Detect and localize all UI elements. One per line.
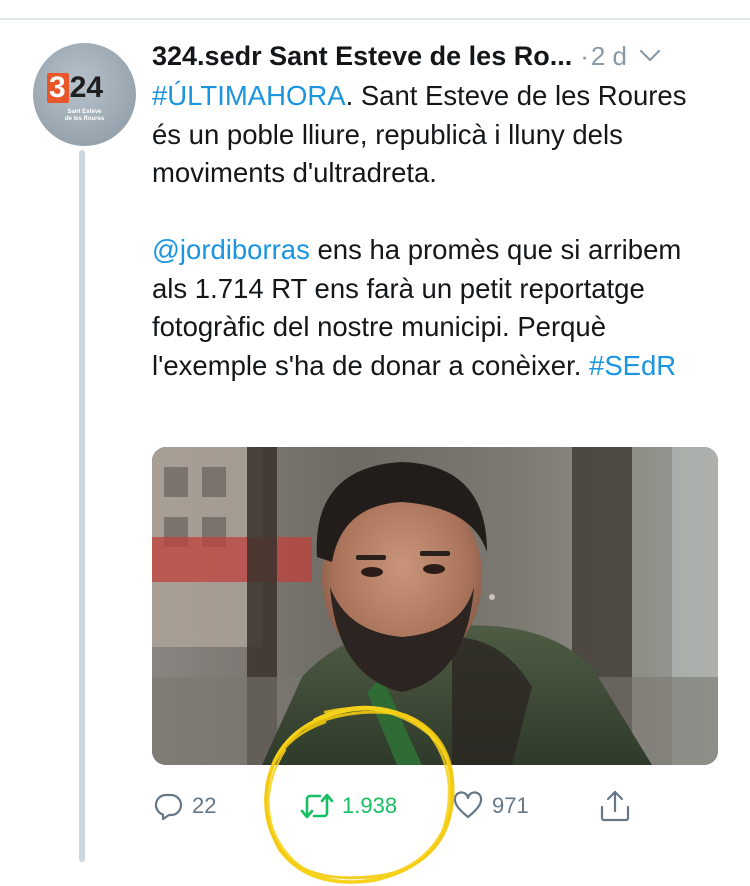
logo-digits: 24 <box>69 71 104 104</box>
like-count: 971 <box>492 793 529 818</box>
timestamp[interactable]: 2 d <box>591 41 627 72</box>
reply-count: 22 <box>192 793 217 818</box>
avatar[interactable]: 3 24 Sant Esteve de les Roures <box>33 43 136 146</box>
separator-dot: · <box>580 40 589 71</box>
like-button[interactable]: 971 <box>452 786 529 826</box>
tweet-text: #ÚLTIMAHORA. Sant Esteve de les Roures é… <box>152 77 712 385</box>
reply-icon <box>154 793 183 821</box>
display-name[interactable]: 324.sedr Sant Esteve de les Ro... <box>152 41 572 72</box>
retweet-icon <box>300 793 334 819</box>
hashtag-ultimahora[interactable]: #ÚLTIMAHORA <box>152 80 346 111</box>
logo-caption-line1: Sant Esteve <box>67 109 102 115</box>
chevron-down-icon[interactable] <box>639 49 661 63</box>
share-icon <box>600 790 630 822</box>
tweet-paragraph-1: #ÚLTIMAHORA. Sant Esteve de les Roures é… <box>152 77 712 193</box>
retweet-count: 1.938 <box>342 793 398 818</box>
photo-of-man <box>152 447 718 765</box>
retweet-button[interactable]: 1.938 <box>300 786 397 826</box>
mention-link[interactable]: @jordiborras <box>152 234 310 265</box>
heart-icon <box>453 791 483 819</box>
logo-caption: Sant Esteve de les Roures <box>33 109 136 123</box>
tweet-paragraph-2: @jordiborras ens ha promès que si arribe… <box>152 231 712 385</box>
tweet-actions: 22 1.938 971 <box>152 786 642 826</box>
logo-three: 3 <box>47 73 69 103</box>
hashtag-sedr[interactable]: #SEdR <box>589 350 676 381</box>
tweet-photo[interactable] <box>152 447 718 765</box>
top-divider <box>0 18 750 20</box>
tweet-screen: 3 24 Sant Esteve de les Roures 324.sedr S… <box>0 0 750 886</box>
share-button[interactable] <box>598 786 632 826</box>
tweet-header: 324.sedr Sant Esteve de les Ro... · 2 d <box>152 36 732 76</box>
reply-button[interactable]: 22 <box>152 786 216 826</box>
thread-connector-line <box>79 150 85 862</box>
channel-logo: 3 24 <box>47 73 103 103</box>
logo-caption-line2: de les Roures <box>64 116 105 122</box>
